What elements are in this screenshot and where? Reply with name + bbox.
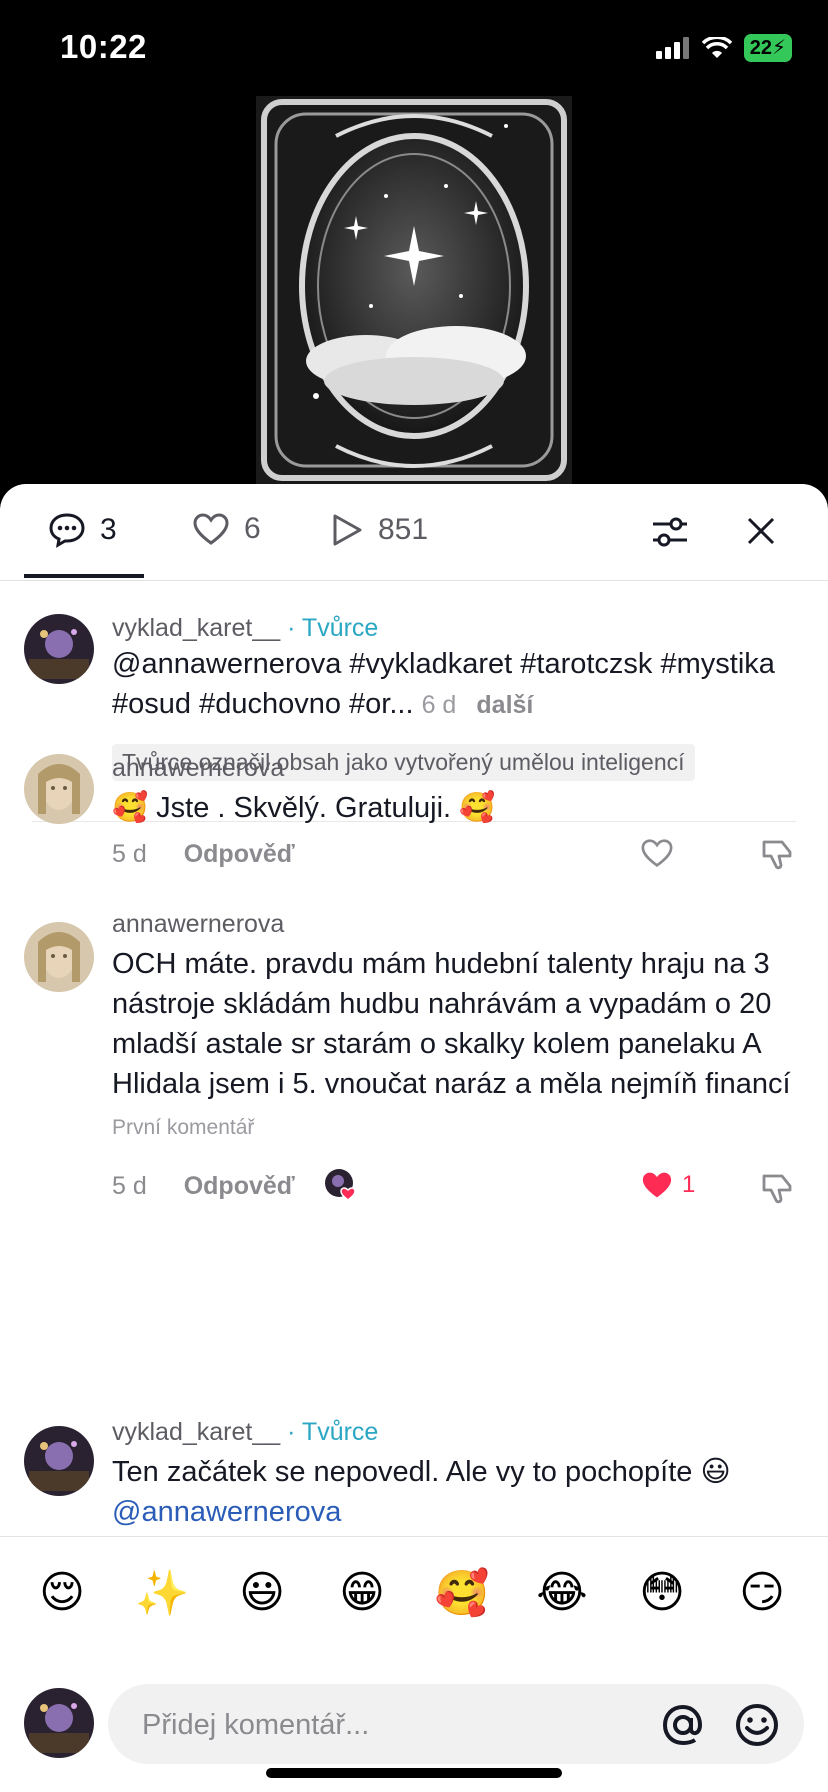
- heart-outline-icon: [641, 839, 673, 867]
- emoji-button[interactable]: ✨: [130, 1567, 194, 1619]
- mention-icon[interactable]: [660, 1702, 706, 1748]
- emoji-button[interactable]: 😂: [530, 1567, 594, 1618]
- first-comment-label: První komentář: [112, 1116, 255, 1139]
- dislike-icon[interactable]: [760, 838, 794, 872]
- emoji-button[interactable]: 😌: [30, 1567, 94, 1618]
- emoji-picker-icon[interactable]: [734, 1702, 780, 1748]
- status-bar: 10:22 22⚡: [0, 0, 828, 96]
- reply-button[interactable]: Odpověď: [184, 840, 295, 868]
- like-count: 1: [682, 1171, 696, 1198]
- filter-icon[interactable]: [650, 514, 690, 550]
- close-icon[interactable]: [744, 514, 778, 548]
- avatar[interactable]: [24, 1426, 94, 1496]
- tab-views[interactable]: 851: [330, 512, 428, 548]
- comment-text: OCH máte. pravdu mám hudební talenty hra…: [112, 948, 791, 1100]
- likes-count: 6: [244, 512, 261, 545]
- mention-link[interactable]: @annawernerova: [112, 1492, 802, 1532]
- comment-icon: [49, 513, 85, 548]
- comment-composer: [0, 1656, 828, 1792]
- clock: 10:22: [60, 28, 147, 65]
- play-icon: [333, 514, 362, 546]
- creator-label: · Tvůrce: [287, 614, 379, 642]
- comment-age: 5 d: [112, 1172, 147, 1200]
- dislike-icon[interactable]: [760, 1172, 794, 1206]
- tarot-card-image: [256, 96, 572, 484]
- comment-input[interactable]: [140, 1684, 624, 1766]
- like-button[interactable]: [640, 838, 674, 868]
- username[interactable]: vyklad_karet__: [112, 1418, 280, 1446]
- emoji-button[interactable]: 😳: [630, 1567, 694, 1618]
- emoji-button[interactable]: 😏: [730, 1567, 794, 1618]
- avatar[interactable]: [24, 922, 94, 992]
- avatar[interactable]: [24, 614, 94, 684]
- like-button[interactable]: 1: [640, 1170, 695, 1200]
- creator-liked-badge: [324, 1168, 358, 1202]
- signal-icon: [655, 37, 689, 59]
- active-tab-indicator: [24, 574, 144, 578]
- avatar[interactable]: [24, 754, 94, 824]
- comment-text: 🥰 Jste . Skvělý. Gratuluji. 🥰: [112, 792, 496, 824]
- reply-button[interactable]: Odpověď: [184, 1172, 295, 1200]
- video-preview[interactable]: [256, 96, 572, 484]
- emoji-button[interactable]: 😁: [330, 1567, 394, 1618]
- comment-text: Ten začátek se nepovedl. Ale vy to pocho…: [112, 1456, 731, 1488]
- more-link[interactable]: další: [476, 691, 533, 719]
- comments-sheet: 3 6 851 vyklad_karet__ · Tvůrce @annawer…: [0, 484, 828, 1792]
- comment-age: 6 d: [421, 691, 457, 719]
- comments-count: 3: [100, 513, 117, 546]
- creator-label: · Tvůrce: [287, 1418, 379, 1446]
- tab-likes[interactable]: 6: [192, 512, 261, 546]
- heart-outline-icon: [193, 513, 229, 545]
- emoji-button[interactable]: 😃: [230, 1567, 294, 1618]
- emoji-quick-bar: 😌 ✨ 😃 😁 🥰 😂 😳 😏: [0, 1536, 828, 1657]
- heart-filled-icon: [642, 1172, 672, 1198]
- views-count: 851: [378, 513, 429, 546]
- tab-comments[interactable]: 3: [48, 512, 117, 548]
- comment-input-box: [108, 1684, 804, 1766]
- username[interactable]: annawernerova: [112, 910, 284, 939]
- username[interactable]: annawernerova: [112, 754, 284, 783]
- username[interactable]: vyklad_karet__: [112, 614, 280, 642]
- home-indicator: [266, 1768, 562, 1778]
- comment-age: 5 d: [112, 840, 147, 868]
- own-avatar: [24, 1688, 94, 1758]
- battery-icon: 22⚡: [743, 34, 792, 62]
- emoji-button[interactable]: 🥰: [430, 1567, 494, 1619]
- sheet-tabs: 3 6 851: [0, 484, 828, 581]
- wifi-icon: [701, 37, 732, 58]
